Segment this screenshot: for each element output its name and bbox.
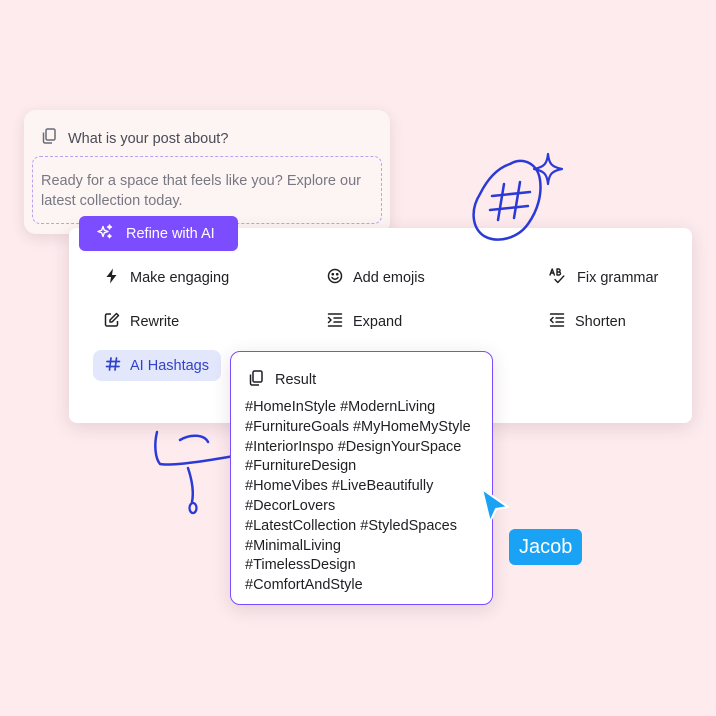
copy-icon xyxy=(40,127,58,150)
make-engaging-option[interactable]: Make engaging xyxy=(103,267,229,289)
post-header: What is your post about? xyxy=(40,127,228,150)
result-title: Result xyxy=(275,372,317,388)
shorten-icon xyxy=(548,311,566,333)
add-emojis-option[interactable]: Add emojis xyxy=(326,267,425,289)
refine-with-ai-button[interactable]: Refine with AI xyxy=(79,216,238,251)
cursor-arrow-icon xyxy=(481,488,509,523)
edit-icon xyxy=(103,311,121,333)
smiley-icon xyxy=(326,267,344,289)
result-copy-icon[interactable] xyxy=(247,369,265,391)
result-header: Result xyxy=(247,369,316,391)
expand-icon xyxy=(326,311,344,333)
fix-grammar-option[interactable]: Fix grammar xyxy=(548,267,658,289)
result-line: #HomeVibes #LiveBeautifully xyxy=(245,478,434,495)
shorten-option[interactable]: Shorten xyxy=(548,311,626,333)
expand-option[interactable]: Expand xyxy=(326,311,402,333)
result-line: #FurnitureGoals #MyHomeMyStyle xyxy=(245,418,471,435)
fix-grammar-label: Fix grammar xyxy=(577,270,659,286)
result-line: #TimelessDesign xyxy=(245,557,356,574)
scribble-doodle-icon xyxy=(154,430,236,515)
rewrite-label: Rewrite xyxy=(130,314,180,330)
post-text-field[interactable]: Ready for a space that feels like you? E… xyxy=(32,156,382,224)
ai-hashtags-option[interactable]: AI Hashtags xyxy=(93,350,221,381)
expand-label: Expand xyxy=(353,314,403,330)
result-line: #InteriorInspo #DesignYourSpace xyxy=(245,438,462,455)
make-engaging-label: Make engaging xyxy=(130,270,230,286)
refine-label: Refine with AI xyxy=(126,225,215,242)
add-emojis-label: Add emojis xyxy=(353,270,425,286)
result-panel: Result #HomeInStyle #ModernLiving #Furni… xyxy=(230,351,493,605)
result-hashtag-list: #HomeInStyle #ModernLiving #FurnitureGoa… xyxy=(245,398,471,596)
rewrite-option[interactable]: Rewrite xyxy=(103,311,179,333)
spellcheck-icon xyxy=(548,267,568,289)
result-line: #ComfortAndStyle xyxy=(245,577,363,594)
collaborator-name-tag: Jacob xyxy=(509,529,583,565)
sparkles-icon xyxy=(96,223,114,245)
hashtag-doodle-icon xyxy=(472,152,564,241)
shorten-label: Shorten xyxy=(575,314,626,330)
ai-hashtags-label: AI Hashtags xyxy=(130,357,209,374)
result-line: #FurnitureDesign xyxy=(245,458,357,475)
hashtag-icon xyxy=(105,356,121,376)
result-line: #MinimalLiving xyxy=(245,537,341,554)
result-line: #LatestCollection #StyledSpaces xyxy=(245,517,457,534)
result-line: #DecorLovers xyxy=(245,497,336,514)
lightning-icon xyxy=(103,267,121,289)
result-line: #HomeInStyle #ModernLiving xyxy=(245,399,436,415)
post-prompt-label: What is your post about? xyxy=(68,130,229,147)
